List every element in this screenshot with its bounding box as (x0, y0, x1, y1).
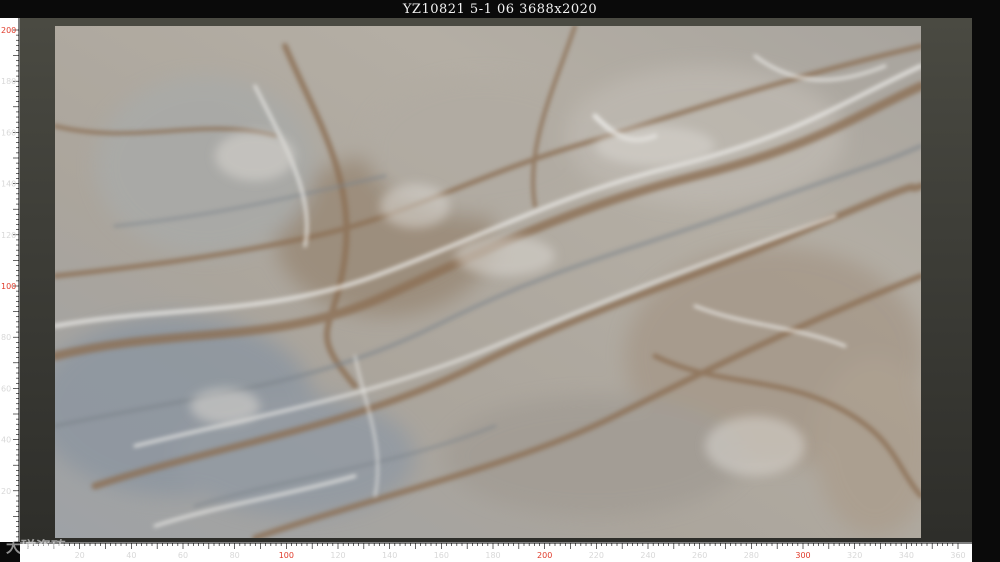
slab-photo-stage: YZ10821 5-1 06 3688x2020 200 180 160 140… (0, 0, 1000, 562)
bottom-ruler-label: 320 (847, 551, 862, 560)
bottom-ruler-label: 100 (279, 551, 294, 560)
bottom-ruler-label: 180 (485, 551, 500, 560)
left-ruler-label: 140 (1, 180, 16, 189)
left-ruler-label: 60 (1, 384, 11, 393)
bottom-ruler-label: 220 (589, 551, 604, 560)
left-ruler: 200 180 160 140 120 100 80 60 40 20 (0, 18, 20, 542)
left-ruler-label: 200 (1, 26, 16, 35)
left-ruler-label: 80 (1, 333, 11, 342)
bottom-ruler-label: 140 (382, 551, 397, 560)
bottom-ruler: 20 40 60 80 100 120 140 160 180 200 220 240 260 280 30… (20, 542, 972, 562)
left-ruler-label: 40 (1, 436, 11, 445)
left-ruler-label: 160 (1, 128, 16, 137)
left-ruler-label: 20 (1, 487, 11, 496)
bottom-ruler-label: 360 (950, 551, 965, 560)
left-ruler-label: 120 (1, 231, 16, 240)
bottom-ruler-label: 200 (537, 551, 552, 560)
bottom-ruler-label: 80 (230, 551, 240, 560)
bottom-ruler-label: 120 (330, 551, 345, 560)
left-ruler-label: 100 (1, 282, 16, 291)
bottom-ruler-label: 160 (434, 551, 449, 560)
bottom-ruler-label: 280 (744, 551, 759, 560)
bottom-ruler-label: 20 (75, 551, 85, 560)
bottom-ruler-label: 260 (692, 551, 707, 560)
bottom-ruler-label: 240 (640, 551, 655, 560)
marble-slab-image (55, 26, 921, 538)
bottom-ruler-label: 340 (899, 551, 914, 560)
slab-title: YZ10821 5-1 06 3688x2020 (402, 2, 598, 17)
bottom-ruler-label: 40 (126, 551, 136, 560)
bottom-ruler-label: 300 (795, 551, 810, 560)
bottom-ruler-label: 60 (178, 551, 188, 560)
left-ruler-label: 180 (1, 77, 16, 86)
